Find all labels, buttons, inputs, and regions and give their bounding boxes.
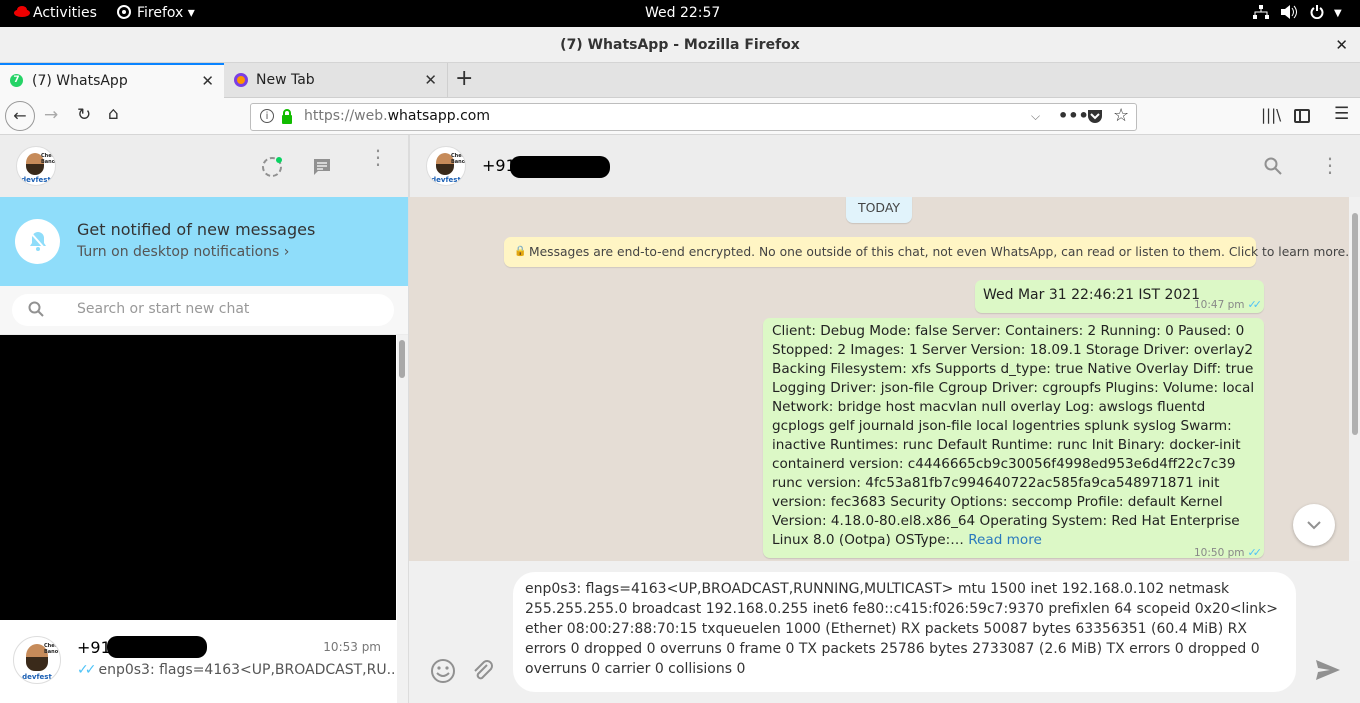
menu-icon[interactable]: ⋮ [368,147,388,167]
pocket-icon[interactable] [1087,109,1103,128]
scroll-down-button[interactable] [1293,504,1335,546]
redhat-icon [14,5,30,21]
tab-label: New Tab [256,72,315,88]
conversation-pane: CheetahBanodevfest +91 ⋮ TODAY 🔒 Message… [409,135,1360,703]
search-messages-icon[interactable] [1264,157,1282,180]
notification-link[interactable]: Turn on desktop notifications › [77,244,289,260]
read-ticks-icon: ✓✓ [77,662,97,678]
search-input[interactable]: Search or start new chat [12,294,394,326]
chat-list-scrollbar[interactable] [397,335,408,703]
info-icon[interactable]: i [260,109,274,123]
emoji-icon[interactable] [430,658,456,690]
page-actions-icon[interactable]: ••• [1058,106,1089,125]
outgoing-message[interactable]: Client: Debug Mode: false Server: Contai… [763,318,1264,559]
home-button[interactable]: ⌂ [108,104,119,124]
whatsapp-web-app: CheetahBanodevfest ⋮ Get notified of new… [0,135,1360,703]
notification-banner[interactable]: Get notified of new messages Turn on des… [0,197,408,286]
attach-icon[interactable] [471,659,495,689]
redacted-chat-list-area [0,335,396,620]
chat-list-item[interactable]: CheetahBanodevfest +91 10:53 pm ✓✓enp0s3… [0,620,400,690]
conversation-header: CheetahBanodevfest +91 ⋮ [409,135,1360,197]
activities-button[interactable]: Activities [33,5,97,21]
tab-new-tab[interactable]: New Tab ✕ [224,63,448,98]
firefox-app-icon [117,5,131,23]
chat-search-bar: Search or start new chat [0,286,408,335]
left-header: CheetahBanodevfest ⋮ [0,135,408,197]
bell-off-icon [15,219,60,264]
send-icon[interactable] [1315,659,1341,687]
search-placeholder: Search or start new chat [77,301,250,317]
tab-close-button[interactable]: ✕ [424,71,437,89]
system-menu-chevron-icon[interactable]: ▼ [1334,8,1342,19]
outgoing-message[interactable]: Wed Mar 31 22:46:21 IST 2021 10:47 pm ✓✓ [975,280,1264,313]
whatsapp-favicon-icon: 7 [10,74,23,87]
contact-avatar: CheetahBanodevfest [13,636,61,684]
volume-icon[interactable] [1281,5,1297,23]
compose-area: enp0s3: flags=4163<UP,BROADCAST,RUNNING,… [409,561,1360,703]
tab-close-button[interactable]: ✕ [201,72,214,90]
read-more-link[interactable]: Read more [968,532,1042,548]
url-domain: whatsapp.com [387,108,490,124]
forward-button[interactable]: → [44,105,58,125]
library-icon[interactable]: |||\ [1261,106,1281,124]
lock-icon[interactable] [281,109,293,128]
message-input[interactable]: enp0s3: flags=4163<UP,BROADCAST,RUNNING,… [513,572,1296,692]
conversation-menu-icon[interactable]: ⋮ [1320,153,1340,177]
back-button[interactable]: ← [5,101,35,131]
message-list-scrollbar[interactable] [1349,197,1360,561]
url-dropdown-chevron-icon[interactable]: ⌵ [1031,109,1040,124]
my-profile-avatar[interactable]: CheetahBanodevfest [16,146,56,186]
url-prefix: https://web. [304,108,388,124]
redacted-phone-number [510,156,610,178]
clock[interactable]: Wed 22:57 [645,5,720,21]
chat-preview: ✓✓ enp0s3: flags=4163<UP,BROADCAST,RU... [77,662,400,678]
navigation-toolbar: ← → ↻ ⌂ i https://web.whatsapp.com ⌵ •••… [0,98,1360,135]
tab-label: (7) WhatsApp [32,73,128,89]
chat-name-prefix: +91 [77,638,111,657]
new-chat-icon[interactable] [312,157,332,182]
message-time: 10:47 pm ✓✓ [1194,298,1263,311]
status-icon[interactable] [261,156,283,183]
chat-preview-text: enp0s3: flags=4163<UP,BROADCAST,RU... [98,662,400,678]
message-text: Client: Debug Mode: false Server: Contai… [772,323,1255,548]
chat-time: 10:53 pm [323,640,381,654]
encryption-notice-text: Messages are end-to-end encrypted. No on… [529,245,1349,259]
date-divider: TODAY [846,197,912,223]
new-tab-button[interactable]: + [455,66,473,91]
url-bar[interactable]: i https://web.whatsapp.com ⌵ ••• ☆ [250,103,1137,131]
lock-icon: 🔒 [514,246,527,257]
redacted-phone-number [107,636,207,658]
reload-button[interactable]: ↻ [77,105,91,125]
encryption-notice[interactable]: 🔒 Messages are end-to-end encrypted. No … [504,237,1349,267]
tab-bar: 7 (7) WhatsApp ✕ New Tab ✕ + [0,63,1360,98]
chat-list-pane: CheetahBanodevfest ⋮ Get notified of new… [0,135,409,703]
tab-whatsapp[interactable]: 7 (7) WhatsApp ✕ [0,63,224,98]
window-title: (7) WhatsApp - Mozilla Firefox [560,37,800,53]
url-text[interactable]: https://web.whatsapp.com [304,108,490,124]
contact-avatar[interactable]: CheetahBanodevfest [426,146,466,186]
window-close-button[interactable]: ✕ [1335,36,1348,54]
network-icon[interactable] [1253,5,1269,23]
chat-name: +91 [77,638,111,657]
firefox-favicon-icon [234,73,248,87]
search-icon [28,301,44,321]
app-menu-button[interactable]: Firefox ▾ [137,5,195,21]
hamburger-menu-icon[interactable]: ☰ [1334,104,1349,124]
read-ticks-icon: ✓✓ [1247,546,1263,559]
message-time: 10:50 pm ✓✓ [1194,546,1263,559]
notification-title: Get notified of new messages [77,220,316,239]
bookmark-star-icon[interactable]: ☆ [1113,105,1129,126]
message-text: Wed Mar 31 22:46:21 IST 2021 [983,287,1201,303]
window-title-bar: (7) WhatsApp - Mozilla Firefox ✕ [0,27,1360,63]
message-list: TODAY 🔒 Messages are end-to-end encrypte… [409,197,1349,561]
power-icon[interactable] [1310,5,1324,23]
read-ticks-icon: ✓✓ [1247,298,1263,311]
system-top-bar: Activities Firefox ▾ Wed 22:57 ▼ [0,0,1360,27]
sidebar-icon[interactable] [1294,109,1310,123]
